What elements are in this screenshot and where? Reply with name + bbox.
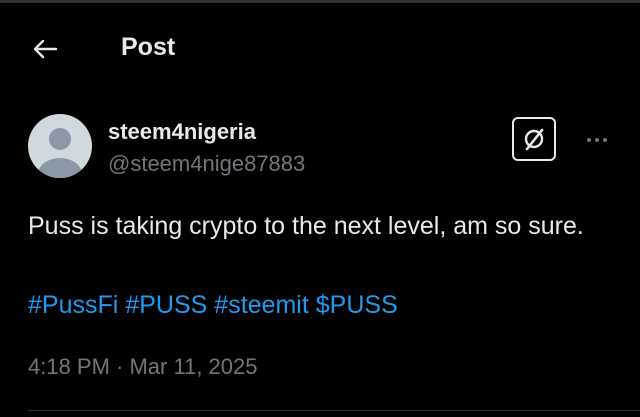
grok-slash-icon [524, 128, 544, 151]
page-title: Post [121, 33, 176, 61]
author-display-name[interactable]: steem4nigeria [108, 119, 256, 145]
more-options-button[interactable] [580, 128, 614, 152]
divider [28, 410, 640, 411]
avatar[interactable] [28, 114, 92, 178]
header: Post [0, 0, 640, 95]
post-text: Puss is taking crypto to the next level,… [28, 212, 584, 240]
hashtag-link[interactable]: #PussFi [28, 291, 118, 319]
hashtag-link[interactable]: #steemit [214, 291, 308, 319]
cashtag-link[interactable]: $PUSS [316, 291, 398, 319]
more-horizontal-icon [603, 138, 607, 142]
more-horizontal-icon [595, 138, 599, 142]
more-horizontal-icon [587, 138, 591, 142]
arrow-left-icon [33, 39, 58, 59]
back-button[interactable] [28, 32, 62, 66]
post-timestamp[interactable]: 4:18 PM · Mar 11, 2025 [28, 354, 258, 380]
post-hashtags: #PussFi #PUSS #steemit $PUSS [28, 286, 405, 324]
default-avatar-icon [38, 128, 82, 178]
grok-button[interactable] [512, 117, 556, 161]
author-handle[interactable]: @steem4nige87883 [108, 151, 305, 177]
hashtag-link[interactable]: #PUSS [125, 291, 207, 319]
